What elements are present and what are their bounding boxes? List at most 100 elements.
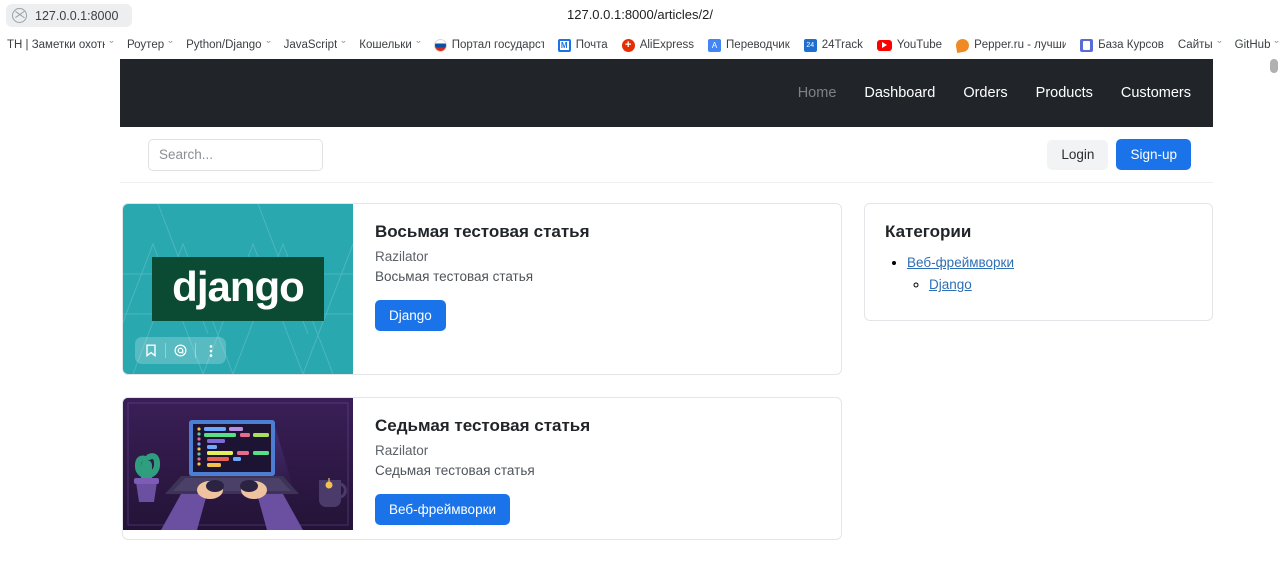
bookmark-item[interactable]: AliExpress bbox=[615, 36, 701, 55]
nav-link-home[interactable]: Home bbox=[798, 85, 837, 101]
bookmark-item[interactable]: Роутер ˇ bbox=[120, 36, 179, 54]
bookmark-label: Переводчик bbox=[726, 39, 790, 51]
article-body: Восьмая тестовая статья Razilator Восьма… bbox=[353, 204, 841, 374]
bookmark-item[interactable]: Почта bbox=[551, 36, 615, 55]
chevron-down-icon: ˇ bbox=[416, 40, 421, 50]
bookmark-item[interactable]: GitHub ˇ bbox=[1228, 36, 1280, 54]
bookmark-label: YouTube bbox=[896, 39, 943, 51]
article-thumbnail[interactable]: django bbox=[123, 204, 353, 374]
bookmark-item[interactable]: Портал государст bbox=[427, 36, 551, 55]
bookmark-label: Pepper.ru - лучши bbox=[974, 39, 1067, 51]
article-body: Седьмая тестовая статья Razilator Седьма… bbox=[353, 398, 841, 539]
nav-link-orders[interactable]: Orders bbox=[963, 85, 1007, 101]
bookmark-item[interactable]: Python/Django ˇ bbox=[179, 36, 276, 54]
globe-favicon-icon bbox=[12, 8, 27, 23]
chevron-down-icon: ˇ bbox=[1274, 40, 1280, 50]
bookmark-label: JavaScript bbox=[283, 39, 338, 51]
article-excerpt: Восьмая тестовая статья bbox=[375, 269, 534, 284]
bookmark-item[interactable]: YouTube bbox=[870, 36, 949, 54]
lens-icon[interactable] bbox=[168, 341, 193, 360]
bookmark-item[interactable]: База Курсов bbox=[1073, 36, 1171, 55]
mail-icon bbox=[557, 38, 571, 52]
pep-icon bbox=[955, 37, 971, 53]
yt-icon bbox=[876, 39, 892, 51]
article-card[interactable]: Седьмая тестовая статья Razilator Седьма… bbox=[122, 397, 842, 540]
bookmark-label: Python/Django bbox=[186, 39, 262, 51]
category-link[interactable]: Веб-фреймворки bbox=[907, 255, 1014, 270]
bookmark-item[interactable]: ТН | Заметки охотн ˇ bbox=[0, 36, 120, 54]
sidebar-column: Категории Веб-фреймворки Django bbox=[863, 203, 1213, 569]
chevron-down-icon: ˇ bbox=[341, 40, 346, 50]
more-options-icon[interactable] bbox=[198, 341, 223, 360]
categories-title: Категории bbox=[884, 222, 972, 241]
gos-icon bbox=[433, 38, 447, 52]
search-input[interactable] bbox=[148, 138, 323, 171]
article-title: Восьмая тестовая статья bbox=[375, 222, 590, 241]
article-card[interactable]: django Восьмая тестовая статья Razilator… bbox=[122, 203, 842, 375]
toolbar-divider bbox=[195, 343, 196, 358]
bookmark-label: Почта bbox=[575, 39, 608, 51]
base-icon bbox=[1080, 38, 1094, 52]
chevron-down-icon: ˇ bbox=[168, 40, 173, 50]
bookmark-label: Кошельки bbox=[359, 39, 412, 51]
article-thumbnail[interactable] bbox=[123, 398, 353, 539]
auth-buttons-group: Login Sign-up bbox=[1047, 139, 1191, 170]
categories-panel: Категории Веб-фреймворки Django bbox=[863, 203, 1213, 321]
browser-tabstrip: 127.0.0.1:8000 127.0.0.1:8000/articles/2… bbox=[0, 0, 1280, 31]
subcategory-item: Django bbox=[929, 276, 1192, 294]
subcategory-link[interactable]: Django bbox=[929, 277, 972, 292]
ali-icon bbox=[621, 38, 635, 52]
main-content-grid: django Восьмая тестовая статья Razilator… bbox=[120, 183, 1213, 569]
articles-column: django Восьмая тестовая статья Razilator… bbox=[122, 203, 842, 569]
pagination: 12345 bbox=[122, 562, 842, 569]
address-bar-url: 127.0.0.1:8000/articles/2/ bbox=[567, 7, 713, 22]
toolbar-divider bbox=[165, 343, 166, 358]
bookmark-label: ТН | Заметки охотн bbox=[7, 39, 105, 51]
navbar-links: Home Dashboard Orders Products Customers bbox=[798, 85, 1191, 101]
page-viewport: Home Dashboard Orders Products Customers Log… bbox=[0, 59, 1280, 569]
login-button[interactable]: Login bbox=[1047, 139, 1109, 170]
category-list: Веб-фреймворки Django bbox=[885, 254, 1192, 294]
bookmarks-bar: ТН | Заметки охотн ˇ Роутер ˇ Python/Django ˇ… bbox=[0, 31, 1280, 59]
bookmark-label: 24Track bbox=[821, 39, 863, 51]
article-excerpt: Седьмая тестовая статья bbox=[375, 463, 535, 478]
chevron-down-icon: ˇ bbox=[265, 40, 271, 50]
page-scrollbar[interactable] bbox=[1267, 59, 1280, 569]
bookmark-item[interactable]: JavaScript ˇ bbox=[277, 36, 353, 54]
page-container: Home Dashboard Orders Products Customers Log… bbox=[120, 59, 1213, 569]
bookmark-label: Роутер bbox=[127, 39, 165, 51]
24t-icon bbox=[803, 38, 817, 52]
site-navbar: Home Dashboard Orders Products Customers bbox=[120, 59, 1213, 127]
browser-tab[interactable]: 127.0.0.1:8000 bbox=[6, 4, 133, 27]
bookmark-icon[interactable] bbox=[138, 341, 163, 360]
bookmark-label: Сайты bbox=[1177, 39, 1213, 51]
browser-tab-title: 127.0.0.1:8000 bbox=[35, 8, 119, 23]
scrollbar-thumb[interactable] bbox=[1270, 59, 1278, 73]
subcategory-list: Django bbox=[907, 276, 1192, 294]
nav-link-customers[interactable]: Customers bbox=[1121, 85, 1191, 101]
search-auth-row: Login Sign-up bbox=[120, 127, 1213, 183]
django-wordmark: django bbox=[152, 257, 324, 321]
article-author: Razilator bbox=[375, 249, 429, 264]
browser-chrome: 127.0.0.1:8000 127.0.0.1:8000/articles/2… bbox=[0, 0, 1280, 59]
bookmark-item[interactable]: Кошельки ˇ bbox=[352, 36, 427, 54]
chevron-down-icon: ˇ bbox=[1217, 40, 1222, 50]
article-title: Седьмая тестовая статья bbox=[375, 416, 591, 435]
article-author: Razilator bbox=[375, 443, 429, 458]
bookmark-item[interactable]: Pepper.ru - лучши bbox=[949, 36, 1073, 55]
signup-button[interactable]: Sign-up bbox=[1116, 139, 1191, 170]
bookmark-item[interactable]: 24Track bbox=[797, 36, 870, 55]
nav-link-dashboard[interactable]: Dashboard bbox=[864, 85, 935, 101]
article-category-tag[interactable]: Веб-фреймворки bbox=[375, 494, 511, 525]
bookmark-item[interactable]: Переводчик bbox=[701, 36, 797, 55]
bookmark-label: AliExpress bbox=[639, 39, 695, 51]
bookmark-item[interactable]: Сайты ˇ bbox=[1171, 36, 1228, 54]
trans-icon bbox=[708, 38, 722, 52]
nav-link-products[interactable]: Products bbox=[1036, 85, 1093, 101]
bookmark-label: GitHub bbox=[1234, 39, 1271, 51]
image-hover-toolbar[interactable] bbox=[135, 337, 226, 364]
chevron-down-icon: ˇ bbox=[109, 40, 114, 50]
article-category-tag[interactable]: Django bbox=[375, 300, 446, 331]
illustration-graphic bbox=[123, 398, 353, 530]
django-logo-thumbnail: django bbox=[123, 204, 353, 374]
